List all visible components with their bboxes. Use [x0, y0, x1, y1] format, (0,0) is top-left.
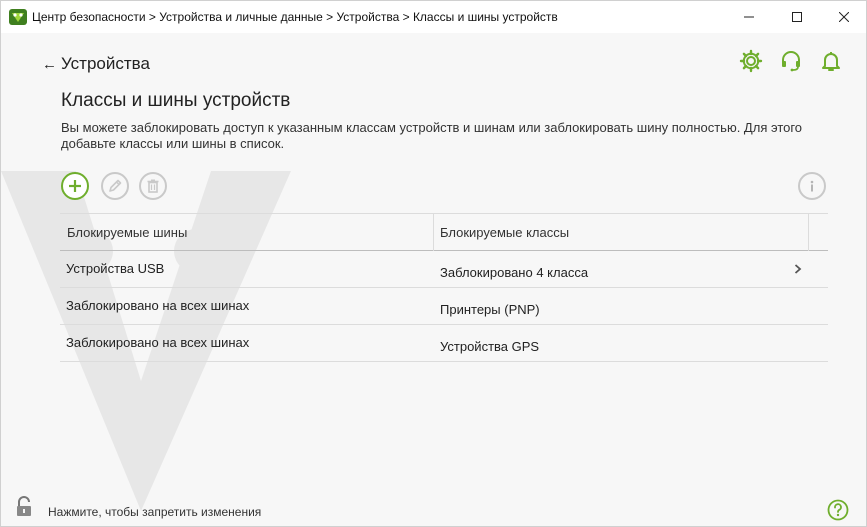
unlocked-padlock-icon[interactable]: [15, 496, 35, 518]
page-description: Вы можете заблокировать доступ к указанн…: [61, 120, 803, 151]
table-row[interactable]: Заблокировано на всех шинах Принтеры (PN…: [60, 288, 828, 325]
app-window: Центр безопасности > Устройства и личные…: [0, 0, 867, 527]
cell-bus: Заблокировано на всех шинах: [66, 298, 250, 313]
chevron-right-icon[interactable]: [794, 263, 802, 275]
page-title: Классы и шины устройств: [61, 90, 291, 111]
cell-classes: Устройства GPS: [440, 339, 540, 354]
column-header-classes[interactable]: Блокируемые классы: [434, 214, 809, 251]
cell-classes: Принтеры (PNP): [440, 302, 540, 317]
cell-classes: Заблокировано 4 класса: [440, 265, 589, 280]
close-icon: [839, 12, 849, 22]
add-icon: [69, 180, 81, 192]
minimize-icon: [744, 16, 754, 18]
close-button[interactable]: [821, 1, 866, 33]
table-header: Блокируемые шины Блокируемые классы: [60, 213, 828, 251]
table-row[interactable]: Заблокировано на всех шинах Устройства G…: [60, 325, 828, 362]
back-link-label: Устройства: [61, 54, 150, 73]
table-row[interactable]: Устройства USB Заблокировано 4 класса: [60, 251, 828, 288]
delete-button[interactable]: [139, 172, 167, 200]
info-button[interactable]: [798, 172, 826, 200]
bell-icon[interactable]: [819, 49, 843, 73]
info-icon: [810, 180, 814, 192]
support-headset-icon[interactable]: [779, 49, 803, 73]
edit-icon: [109, 179, 122, 192]
column-header-label: Блокируемые классы: [440, 225, 570, 240]
help-icon[interactable]: [827, 499, 849, 521]
maximize-icon: [792, 12, 802, 22]
column-header-buses[interactable]: Блокируемые шины: [60, 214, 434, 251]
cell-bus: Устройства USB: [66, 261, 165, 276]
back-link[interactable]: ← Устройства: [42, 54, 150, 74]
title-bar: Центр безопасности > Устройства и личные…: [1, 1, 866, 33]
gear-icon[interactable]: [739, 49, 763, 73]
lock-hint-text[interactable]: Нажмите, чтобы запретить изменения: [48, 505, 261, 519]
add-button[interactable]: [61, 172, 89, 200]
column-header-label: Блокируемые шины: [67, 225, 188, 240]
maximize-button[interactable]: [774, 1, 820, 33]
devices-table: Блокируемые шины Блокируемые классы Устр…: [60, 213, 828, 362]
cell-bus: Заблокировано на всех шинах: [66, 335, 250, 350]
minimize-button[interactable]: [726, 1, 772, 33]
edit-button[interactable]: [101, 172, 129, 200]
app-logo-icon: [9, 9, 27, 25]
window-title: Центр безопасности > Устройства и личные…: [32, 10, 558, 24]
back-arrow-icon: ←: [42, 55, 57, 73]
delete-icon: [147, 179, 159, 193]
